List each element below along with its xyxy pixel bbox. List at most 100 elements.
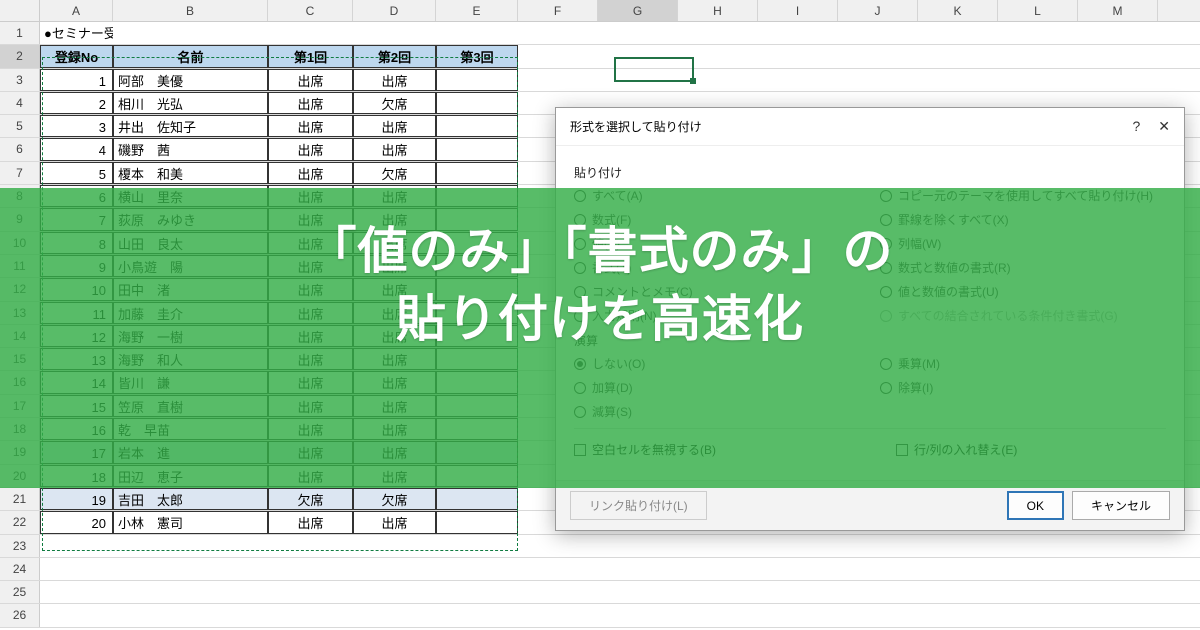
cell-A2[interactable]: 登録No: [40, 45, 113, 67]
col-header-L[interactable]: L: [998, 0, 1078, 21]
cell-E1[interactable]: [436, 22, 518, 44]
cell-K3[interactable]: [918, 69, 998, 91]
col-header-E[interactable]: E: [436, 0, 518, 21]
cell-M1[interactable]: [1078, 22, 1158, 44]
cell-H3[interactable]: [678, 69, 758, 91]
cell-A24[interactable]: [40, 558, 113, 580]
cell-H2[interactable]: [678, 45, 758, 67]
cell-E3[interactable]: [436, 69, 518, 91]
cell-H25[interactable]: [678, 581, 758, 603]
cell-A1[interactable]: ●セミナー受講者名簿: [40, 22, 113, 44]
cell-B5[interactable]: 井出 佐知子: [113, 115, 268, 137]
cell-K1[interactable]: [918, 22, 998, 44]
row-header-3[interactable]: 3: [0, 69, 40, 91]
cell-E24[interactable]: [436, 558, 518, 580]
cell-J3[interactable]: [838, 69, 918, 91]
cell-M2[interactable]: [1078, 45, 1158, 67]
cell-G2[interactable]: [598, 45, 678, 67]
cell-M3[interactable]: [1078, 69, 1158, 91]
cell-I23[interactable]: [758, 535, 838, 557]
cell-J23[interactable]: [838, 535, 918, 557]
col-header-I[interactable]: I: [758, 0, 838, 21]
col-header-H[interactable]: H: [678, 0, 758, 21]
cell-C1[interactable]: [268, 22, 353, 44]
cell-I26[interactable]: [758, 604, 838, 626]
cell-M23[interactable]: [1078, 535, 1158, 557]
ok-button[interactable]: OK: [1007, 491, 1064, 520]
cell-J1[interactable]: [838, 22, 918, 44]
col-header-M[interactable]: M: [1078, 0, 1158, 21]
cell-B24[interactable]: [113, 558, 268, 580]
cell-D26[interactable]: [353, 604, 436, 626]
cell-A5[interactable]: 3: [40, 115, 113, 137]
cell-F2[interactable]: [518, 45, 598, 67]
cell-M26[interactable]: [1078, 604, 1158, 626]
close-icon[interactable]: ✕: [1158, 118, 1170, 135]
cell-L3[interactable]: [998, 69, 1078, 91]
cell-E4[interactable]: [436, 92, 518, 114]
cell-F26[interactable]: [518, 604, 598, 626]
cell-K25[interactable]: [918, 581, 998, 603]
cell-H26[interactable]: [678, 604, 758, 626]
cell-G26[interactable]: [598, 604, 678, 626]
col-header-B[interactable]: B: [113, 0, 268, 21]
cell-D24[interactable]: [353, 558, 436, 580]
cell-M24[interactable]: [1078, 558, 1158, 580]
cell-B3[interactable]: 阿部 美優: [113, 69, 268, 91]
cancel-button[interactable]: キャンセル: [1072, 491, 1170, 520]
cell-D2[interactable]: 第2回: [353, 45, 436, 67]
cell-L25[interactable]: [998, 581, 1078, 603]
col-header-C[interactable]: C: [268, 0, 353, 21]
cell-B2[interactable]: 名前: [113, 45, 268, 67]
cell-B22[interactable]: 小林 憲司: [113, 511, 268, 533]
help-icon[interactable]: ?: [1132, 118, 1140, 135]
cell-G23[interactable]: [598, 535, 678, 557]
cell-A22[interactable]: 20: [40, 511, 113, 533]
cell-E22[interactable]: [436, 511, 518, 533]
cell-E2[interactable]: 第3回: [436, 45, 518, 67]
paste-link-button[interactable]: リンク貼り付け(L): [570, 491, 707, 520]
cell-C5[interactable]: 出席: [268, 115, 353, 137]
cell-D25[interactable]: [353, 581, 436, 603]
cell-K26[interactable]: [918, 604, 998, 626]
cell-C4[interactable]: 出席: [268, 92, 353, 114]
cell-H24[interactable]: [678, 558, 758, 580]
cell-C7[interactable]: 出席: [268, 162, 353, 184]
cell-A25[interactable]: [40, 581, 113, 603]
cell-L1[interactable]: [998, 22, 1078, 44]
cell-D7[interactable]: 欠席: [353, 162, 436, 184]
row-header-5[interactable]: 5: [0, 115, 40, 137]
cell-D6[interactable]: 出席: [353, 138, 436, 160]
row-header-22[interactable]: 22: [0, 511, 40, 533]
cell-G24[interactable]: [598, 558, 678, 580]
cell-L24[interactable]: [998, 558, 1078, 580]
cell-D23[interactable]: [353, 535, 436, 557]
cell-C25[interactable]: [268, 581, 353, 603]
cell-C21[interactable]: 欠席: [268, 488, 353, 510]
cell-J25[interactable]: [838, 581, 918, 603]
cell-M25[interactable]: [1078, 581, 1158, 603]
cell-F3[interactable]: [518, 69, 598, 91]
cell-A23[interactable]: [40, 535, 113, 557]
cell-A6[interactable]: 4: [40, 138, 113, 160]
cell-H1[interactable]: [678, 22, 758, 44]
cell-E21[interactable]: [436, 488, 518, 510]
cell-H23[interactable]: [678, 535, 758, 557]
cell-C2[interactable]: 第1回: [268, 45, 353, 67]
cell-E26[interactable]: [436, 604, 518, 626]
row-header-21[interactable]: 21: [0, 488, 40, 510]
cell-B4[interactable]: 相川 光弘: [113, 92, 268, 114]
row-header-25[interactable]: 25: [0, 581, 40, 603]
cell-E6[interactable]: [436, 138, 518, 160]
col-header-D[interactable]: D: [353, 0, 436, 21]
cell-C24[interactable]: [268, 558, 353, 580]
cell-I1[interactable]: [758, 22, 838, 44]
row-header-24[interactable]: 24: [0, 558, 40, 580]
cell-L2[interactable]: [998, 45, 1078, 67]
cell-D3[interactable]: 出席: [353, 69, 436, 91]
cell-D1[interactable]: [353, 22, 436, 44]
col-header-G[interactable]: G: [598, 0, 678, 21]
cell-E5[interactable]: [436, 115, 518, 137]
col-header-F[interactable]: F: [518, 0, 598, 21]
cell-I2[interactable]: [758, 45, 838, 67]
